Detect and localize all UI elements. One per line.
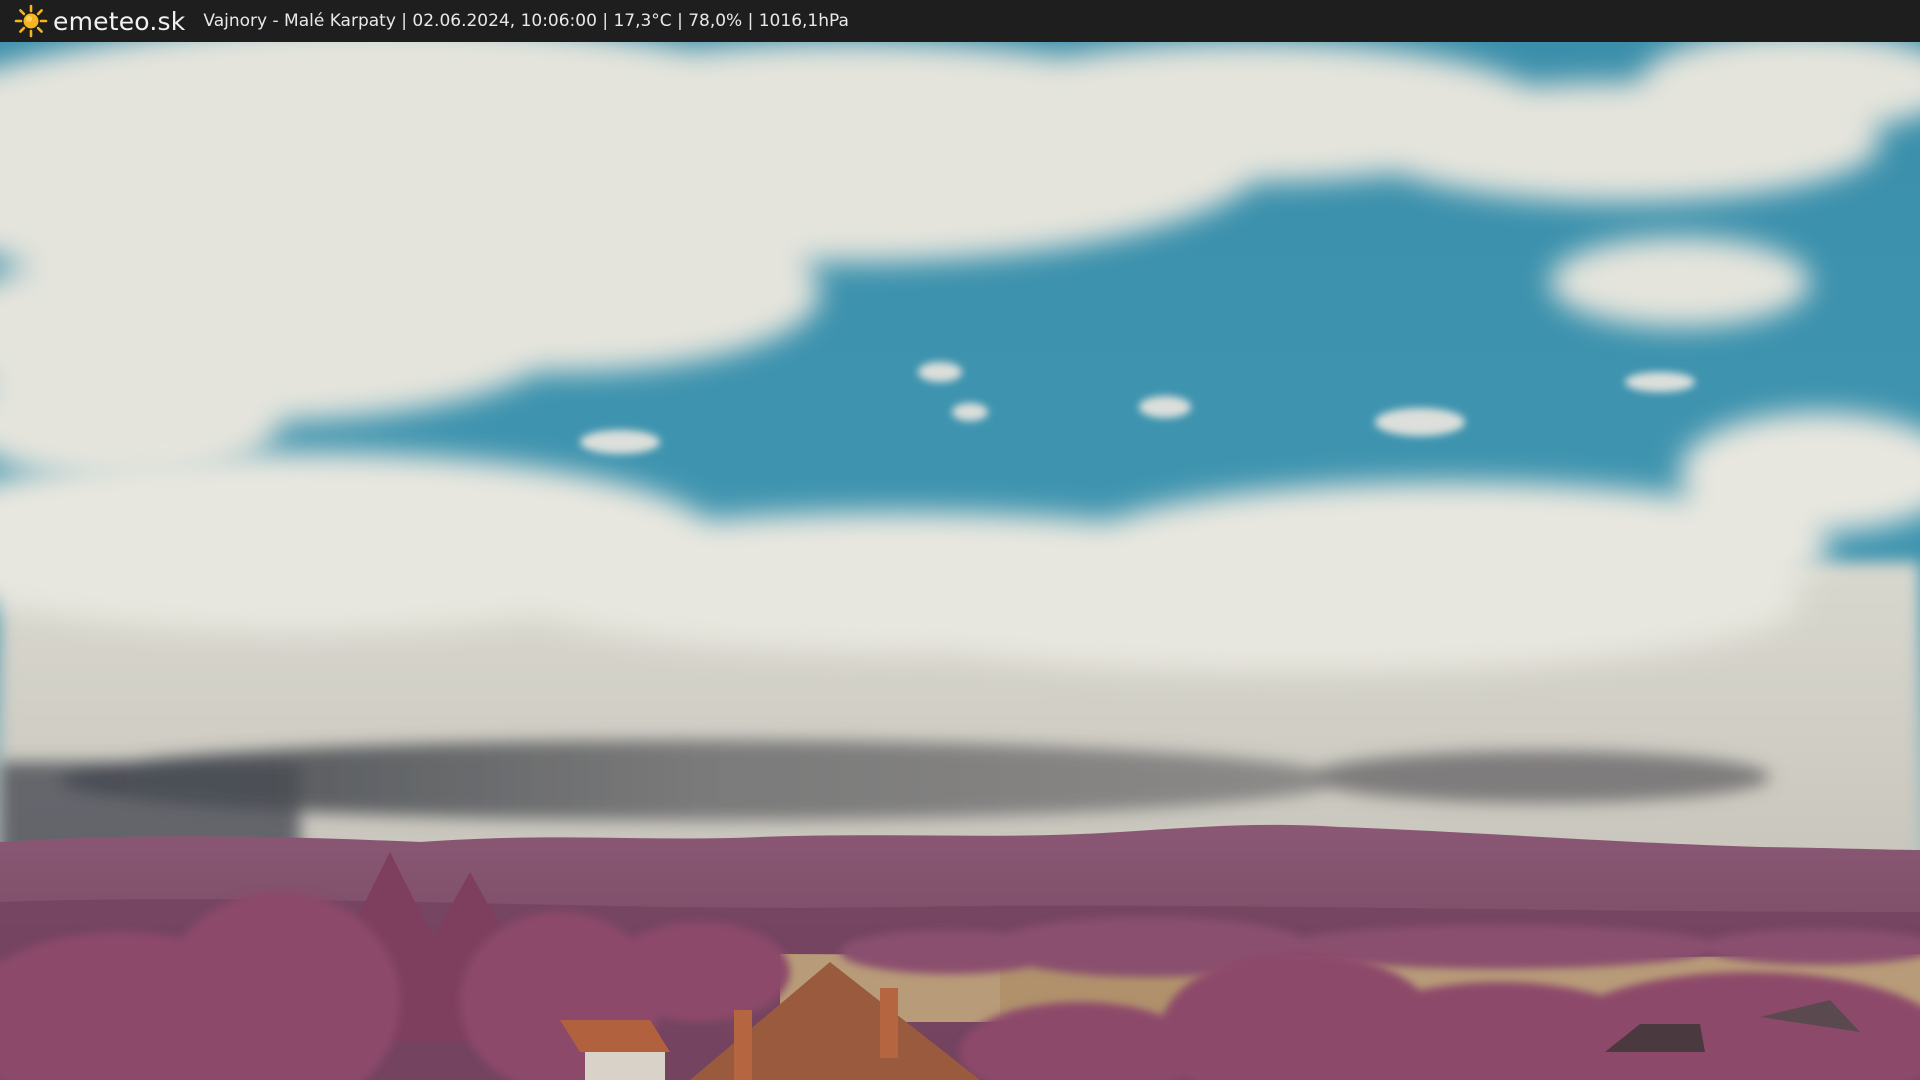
webcam-image: [0, 42, 1920, 1080]
site-logo[interactable]: emeteo.sk: [14, 4, 185, 38]
sun-icon: [14, 4, 48, 38]
header-bar: emeteo.sk Vajnory - Malé Karpaty | 02.06…: [0, 0, 1920, 42]
brand-name: emeteo.sk: [53, 6, 186, 36]
weather-info: Vajnory - Malé Karpaty | 02.06.2024, 10:…: [203, 11, 849, 31]
